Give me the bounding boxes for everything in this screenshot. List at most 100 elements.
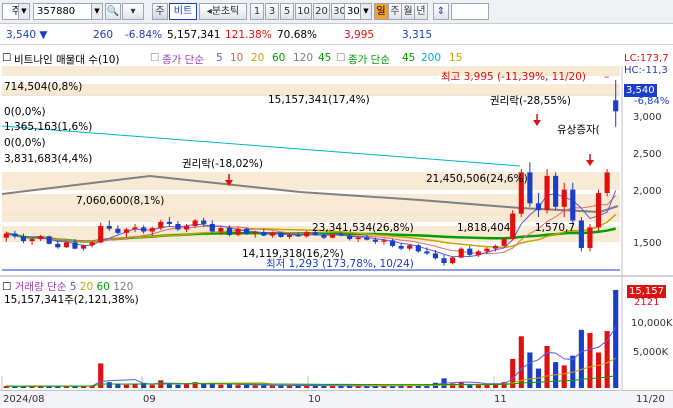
month-label: 월 bbox=[403, 6, 413, 17]
price-tick-2500: 2,500 bbox=[633, 149, 662, 160]
options-button[interactable]: ▾ bbox=[122, 3, 144, 20]
legend-ma1-check[interactable]: ☐ bbox=[150, 52, 159, 64]
rights-offering-label: 유상증자( bbox=[557, 124, 600, 136]
chevron-down-icon[interactable]: ▼ bbox=[360, 4, 371, 19]
stock-name: 비트 bbox=[173, 6, 193, 17]
profile-label-5: 0(0,0%) bbox=[4, 137, 46, 149]
chevron-down-icon[interactable]: ▼ bbox=[18, 4, 29, 19]
candle-body bbox=[467, 248, 473, 255]
candle-body bbox=[604, 172, 610, 194]
candle-body bbox=[55, 243, 61, 248]
year-label: 년 bbox=[416, 6, 426, 17]
period-button-1[interactable]: 1 bbox=[250, 3, 264, 20]
candle-body bbox=[201, 220, 207, 224]
candle-body bbox=[123, 229, 130, 233]
high-dash: – bbox=[604, 71, 610, 83]
period-button-20[interactable]: 20 bbox=[313, 3, 330, 20]
volume-bar bbox=[261, 385, 267, 388]
chevron-down-icon[interactable]: ▼ bbox=[91, 4, 102, 19]
volume-ma-line bbox=[6, 357, 616, 387]
period-button-5[interactable]: 5 bbox=[280, 3, 294, 20]
legend-ma2-45: 45 bbox=[402, 52, 416, 64]
price-change-pct: -6.84% bbox=[125, 29, 163, 41]
lc-readout: LC:173,7 bbox=[624, 53, 669, 64]
candle-body bbox=[192, 220, 198, 226]
quote-bar: 3,540 ▼ 260 -6.84% 5,157,341 121.38% 70.… bbox=[0, 25, 673, 45]
candle-body bbox=[141, 227, 147, 232]
down-arrow-icon bbox=[533, 120, 541, 126]
candle-body bbox=[261, 232, 267, 236]
mode-button[interactable]: 주 bbox=[152, 3, 168, 20]
volume-label[interactable]: 거래량 bbox=[15, 281, 44, 293]
candle-body bbox=[295, 234, 301, 237]
candle-body bbox=[510, 213, 516, 240]
period-selected: 30 bbox=[347, 6, 360, 17]
period-button-10[interactable]: 10 bbox=[295, 3, 312, 20]
legend-checkbox[interactable]: ☐ bbox=[2, 52, 11, 64]
stock-name-button[interactable]: 비트 bbox=[169, 3, 197, 20]
volume-ma-line bbox=[6, 327, 617, 387]
candle-body bbox=[398, 245, 404, 249]
candle-body bbox=[321, 234, 327, 238]
candle-body bbox=[561, 189, 567, 207]
date-label-nov: 11 bbox=[494, 394, 507, 405]
down-arrow-icon bbox=[586, 160, 594, 166]
volume-bar bbox=[286, 385, 293, 388]
rights-label-2: 권리락(-28,55%) bbox=[490, 95, 571, 107]
candle-body bbox=[424, 251, 430, 254]
market-select[interactable]: 주 ▼ bbox=[2, 3, 30, 20]
volume-current: 15,157,341주(2,121,38%) bbox=[4, 294, 139, 306]
rights-label-1: 권리락(-18,02%) bbox=[182, 158, 263, 170]
legend-stock[interactable]: 비트나인 매물대 수(10) bbox=[14, 52, 120, 67]
mode-button-label: 주 bbox=[155, 6, 165, 17]
volume-bar bbox=[475, 384, 481, 388]
period-select[interactable]: 30 ▼ bbox=[344, 3, 372, 20]
current-price: 3,540 ▼ bbox=[6, 29, 48, 41]
blank-input[interactable] bbox=[451, 3, 489, 20]
updown-button[interactable]: ⇕ bbox=[433, 3, 449, 20]
toolbar: 주 ▼ 357880 ▼ 🔍 ▾ 주 비트 ◂분초틱 1 3 5 10 20 30 30 … bbox=[0, 0, 673, 24]
volume-bar bbox=[209, 384, 215, 388]
week-button[interactable]: 주 bbox=[388, 3, 402, 20]
period-button-3[interactable]: 3 bbox=[265, 3, 279, 20]
candle-body bbox=[149, 228, 155, 232]
tick-button[interactable]: ◂분초틱 bbox=[199, 3, 247, 20]
candle-body bbox=[98, 225, 104, 243]
legend-ma2-name[interactable]: 종가 단순 bbox=[348, 52, 390, 67]
trading-volume: 5,157,341 bbox=[167, 29, 221, 41]
search-button[interactable]: 🔍 bbox=[105, 3, 121, 20]
month-button[interactable]: 월 bbox=[401, 3, 415, 20]
volume-ma-5: 5 bbox=[69, 281, 77, 293]
volume-check[interactable]: ☐ bbox=[2, 281, 11, 293]
candle-body bbox=[338, 234, 344, 236]
profile-label-1: 714,504(0,8%) bbox=[4, 81, 83, 93]
legend-ma1-10: 10 bbox=[230, 52, 244, 64]
profile-label-10: 1,818,404 bbox=[457, 222, 511, 234]
profile-label-3: 0(0,0%) bbox=[4, 106, 46, 118]
price-change: 260 bbox=[93, 29, 114, 41]
volume-bar bbox=[175, 384, 181, 388]
volume-ma-name: 단순 bbox=[47, 281, 67, 293]
candle-body bbox=[355, 237, 361, 240]
legend-ma1-name[interactable]: 종가 단순 bbox=[162, 52, 204, 67]
candle-body bbox=[63, 242, 69, 248]
legend-ma1-20: 20 bbox=[251, 52, 265, 64]
legend-ma2-check[interactable]: ☐ bbox=[336, 52, 345, 64]
candle-body bbox=[544, 175, 550, 211]
volume-bar bbox=[183, 384, 190, 388]
volume-tick-10000k: 10,000K bbox=[631, 318, 673, 329]
candle-body bbox=[80, 245, 87, 249]
candle-body bbox=[278, 232, 284, 237]
candle-body bbox=[553, 175, 559, 207]
volume-bar bbox=[252, 385, 258, 388]
volume-bar bbox=[218, 384, 224, 388]
day-button[interactable]: 일 bbox=[374, 3, 388, 20]
volume-bar bbox=[321, 385, 327, 388]
candle-body bbox=[450, 257, 456, 264]
volume-profile bbox=[2, 66, 620, 242]
legend-ma1-5: 5 bbox=[216, 52, 223, 64]
date-axis: 2024/08 09 10 11 11/20 bbox=[0, 390, 673, 408]
candle-body bbox=[158, 221, 164, 229]
year-button[interactable]: 년 bbox=[414, 3, 428, 20]
stock-code-input[interactable]: 357880 ▼ bbox=[33, 3, 103, 20]
